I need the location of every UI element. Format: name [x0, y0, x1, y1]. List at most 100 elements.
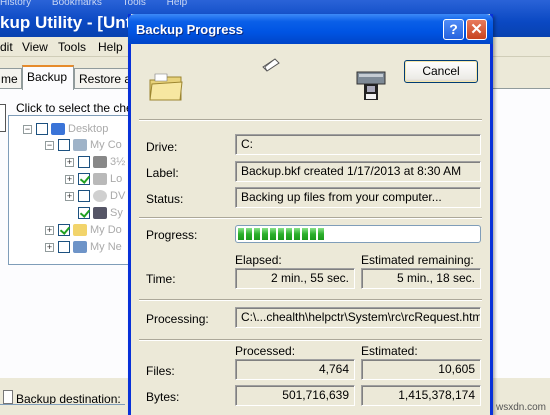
- processing-label: Processing:: [146, 312, 209, 326]
- tab-backup[interactable]: Backup: [22, 65, 74, 90]
- file-tree[interactable]: − Desktop − My Co + 3½ + Lo + DV Sy + My…: [8, 115, 138, 265]
- progress-block: [262, 228, 268, 240]
- browser-menu-remnant: History Bookmarks Tools Help: [0, 0, 300, 8]
- elapsed-header: Elapsed:: [235, 253, 282, 267]
- expand-icon[interactable]: +: [45, 242, 54, 252]
- menu-edit[interactable]: dit: [0, 40, 13, 54]
- tree-item-label: DV: [110, 190, 126, 202]
- menu-tools[interactable]: Tools: [58, 40, 86, 54]
- backup-destination-field[interactable]: [0, 404, 125, 415]
- backup-drive-icon: [356, 71, 386, 100]
- page-icon: [3, 390, 13, 404]
- status-label: Status:: [146, 192, 184, 206]
- bytes-estimated-value: 1,415,378,174: [361, 385, 481, 406]
- elapsed-value: 2 min., 55 sec.: [235, 268, 355, 289]
- top-menu-help: Help: [166, 0, 188, 8]
- source-folder-icon: [149, 73, 183, 101]
- bytes-processed-value: 501,716,639: [235, 385, 355, 406]
- menu-help[interactable]: Help: [98, 40, 123, 54]
- checkbox[interactable]: [78, 173, 90, 185]
- close-icon: ✕: [470, 21, 483, 38]
- help-button[interactable]: ?: [443, 19, 464, 40]
- bytes-label: Bytes:: [146, 390, 180, 404]
- expand-icon[interactable]: +: [45, 225, 54, 235]
- status-value: Backing up files from your computer...: [235, 187, 481, 208]
- expand-icon[interactable]: +: [65, 174, 74, 184]
- network-icon: [73, 241, 87, 253]
- progress-block: [294, 228, 300, 240]
- system-state-icon: [93, 207, 107, 219]
- tree-item-label: My Do: [90, 224, 122, 236]
- checkbox[interactable]: [58, 241, 70, 253]
- tree-item-desktop[interactable]: − Desktop: [23, 121, 108, 137]
- watermark: wsxdn.com: [495, 402, 546, 413]
- checkbox[interactable]: [36, 123, 48, 135]
- top-menu-bookmarks: Bookmarks: [51, 0, 102, 8]
- left-edge-control: [0, 104, 6, 132]
- dvd-drive-icon: [93, 190, 107, 202]
- tree-item-local-disk[interactable]: + Lo: [65, 171, 122, 187]
- files-estimated-value: 10,605: [361, 359, 481, 380]
- processing-value: C:\...chealth\helpctr\System\rc\rcReques…: [235, 307, 481, 328]
- checkbox[interactable]: [78, 190, 90, 202]
- progress-block: [318, 228, 324, 240]
- tab-strip: me Backup Restore a: [0, 65, 144, 90]
- progress-block: [302, 228, 308, 240]
- divider: [139, 217, 482, 219]
- progress-label: Progress:: [146, 228, 198, 242]
- tree-item-floppy[interactable]: + 3½: [65, 154, 125, 170]
- progress-block: [286, 228, 292, 240]
- hard-drive-icon: [93, 173, 107, 185]
- files-processed-value: 4,764: [235, 359, 355, 380]
- label-value: Backup.bkf created 1/17/2013 at 8:30 AM: [235, 161, 481, 182]
- progress-block: [278, 228, 284, 240]
- tree-item-label: Desktop: [68, 123, 109, 135]
- selection-hint: Click to select the chec: [16, 101, 139, 115]
- progress-block: [238, 228, 244, 240]
- tree-item-my-network[interactable]: + My Ne: [45, 239, 122, 255]
- drive-value: C:: [235, 134, 481, 155]
- expand-icon[interactable]: +: [65, 157, 74, 167]
- collapse-icon[interactable]: −: [23, 124, 32, 134]
- floppy-drive-icon: [93, 156, 107, 168]
- progress-block: [254, 228, 260, 240]
- top-menu-tools: Tools: [122, 0, 146, 8]
- progress-block: [270, 228, 276, 240]
- drive-label: Drive:: [146, 140, 178, 154]
- tab-welcome[interactable]: me: [0, 68, 22, 89]
- checkbox[interactable]: [58, 224, 70, 236]
- dialog-title: Backup Progress: [136, 22, 243, 37]
- progress-block: [246, 228, 252, 240]
- tree-item-system-state[interactable]: Sy: [78, 205, 123, 221]
- cancel-button[interactable]: Cancel: [404, 60, 478, 83]
- menu-view[interactable]: View: [22, 40, 48, 54]
- tree-item-label: My Ne: [90, 241, 122, 253]
- time-label: Time:: [146, 272, 176, 286]
- dialog-titlebar: Backup Progress ? ✕: [128, 14, 493, 44]
- tree-item-label: Sy: [110, 207, 123, 219]
- close-button[interactable]: ✕: [466, 19, 487, 40]
- tree-item-label: Lo: [110, 173, 123, 185]
- tree-item-label: 3½: [110, 156, 126, 168]
- estimated-header: Estimated:: [361, 344, 418, 358]
- tree-item-my-computer[interactable]: − My Co: [45, 137, 122, 153]
- divider: [139, 299, 482, 301]
- help-icon: ?: [449, 21, 458, 37]
- collapse-icon[interactable]: −: [45, 140, 54, 150]
- progress-block: [310, 228, 316, 240]
- files-label: Files:: [146, 364, 175, 378]
- checkbox[interactable]: [78, 207, 90, 219]
- tree-item-label: My Co: [90, 139, 122, 151]
- flying-paper-icon: [262, 58, 280, 72]
- tree-item-my-documents[interactable]: + My Do: [45, 222, 122, 238]
- folder-icon: [73, 224, 87, 236]
- divider: [139, 119, 482, 121]
- expand-icon[interactable]: +: [65, 191, 74, 201]
- remaining-value: 5 min., 18 sec.: [361, 268, 481, 289]
- top-menu-history: History: [0, 0, 32, 8]
- remaining-header: Estimated remaining:: [361, 253, 474, 267]
- backup-progress-dialog: Backup Progress ? ✕ Cancel Drive: C: Lab…: [128, 14, 493, 415]
- tree-item-dvd[interactable]: + DV: [65, 188, 125, 204]
- checkbox[interactable]: [78, 156, 90, 168]
- checkbox[interactable]: [58, 139, 70, 151]
